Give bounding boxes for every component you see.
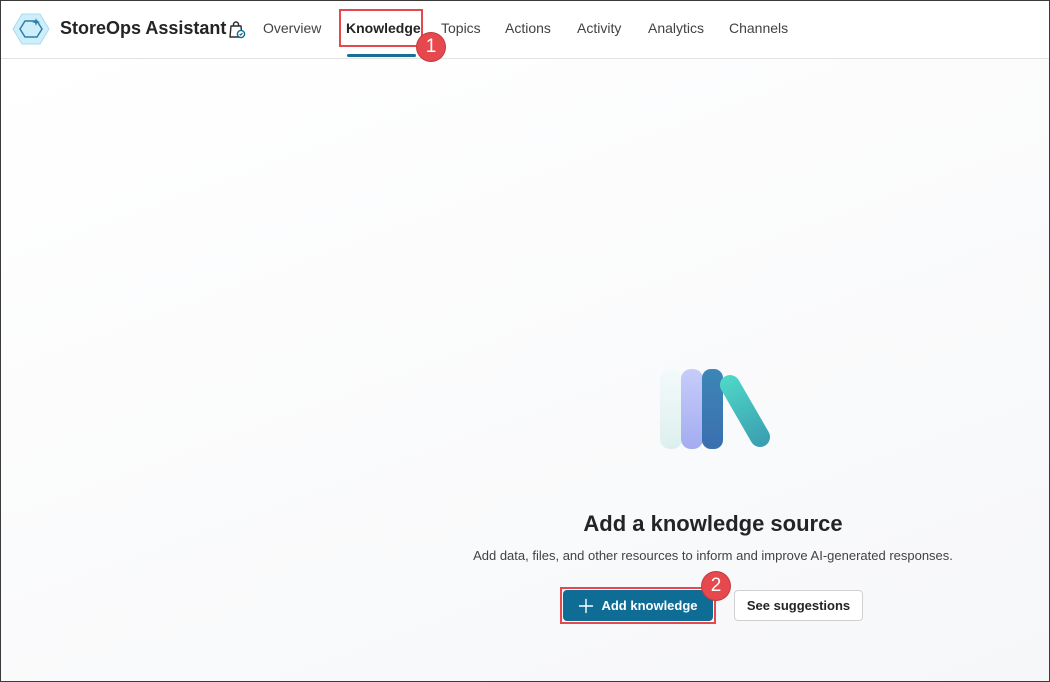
callout-highlight-knowledge-tab xyxy=(339,9,423,47)
empty-state-title: Add a knowledge source xyxy=(583,511,843,536)
main-content xyxy=(1,59,1049,681)
empty-state-description: Add data, files, and other resources to … xyxy=(473,548,953,563)
tab-overview[interactable]: Overview xyxy=(263,20,321,36)
callout-highlight-add-knowledge xyxy=(560,587,716,624)
see-suggestions-label: See suggestions xyxy=(746,598,851,613)
hexagon-sparkle-icon[interactable] xyxy=(12,12,50,46)
active-tab-indicator xyxy=(347,54,416,57)
app-title: StoreOps Assistant xyxy=(60,18,227,38)
shopping-bag-icon[interactable] xyxy=(227,20,247,40)
see-suggestions-button[interactable]: See suggestions xyxy=(734,590,863,621)
tab-channels[interactable]: Channels xyxy=(729,20,788,36)
top-navigation-bar: StoreOps Assistant Overview Knowledge To… xyxy=(1,1,1049,59)
tab-topics[interactable]: Topics xyxy=(441,20,481,36)
tab-actions[interactable]: Actions xyxy=(505,20,551,36)
callout-number-2: 2 xyxy=(702,572,730,600)
app-window: StoreOps Assistant Overview Knowledge To… xyxy=(0,0,1050,682)
tab-activity[interactable]: Activity xyxy=(577,20,621,36)
callout-number-1: 1 xyxy=(417,33,445,61)
tab-analytics[interactable]: Analytics xyxy=(648,20,704,36)
books-icon xyxy=(660,369,770,449)
